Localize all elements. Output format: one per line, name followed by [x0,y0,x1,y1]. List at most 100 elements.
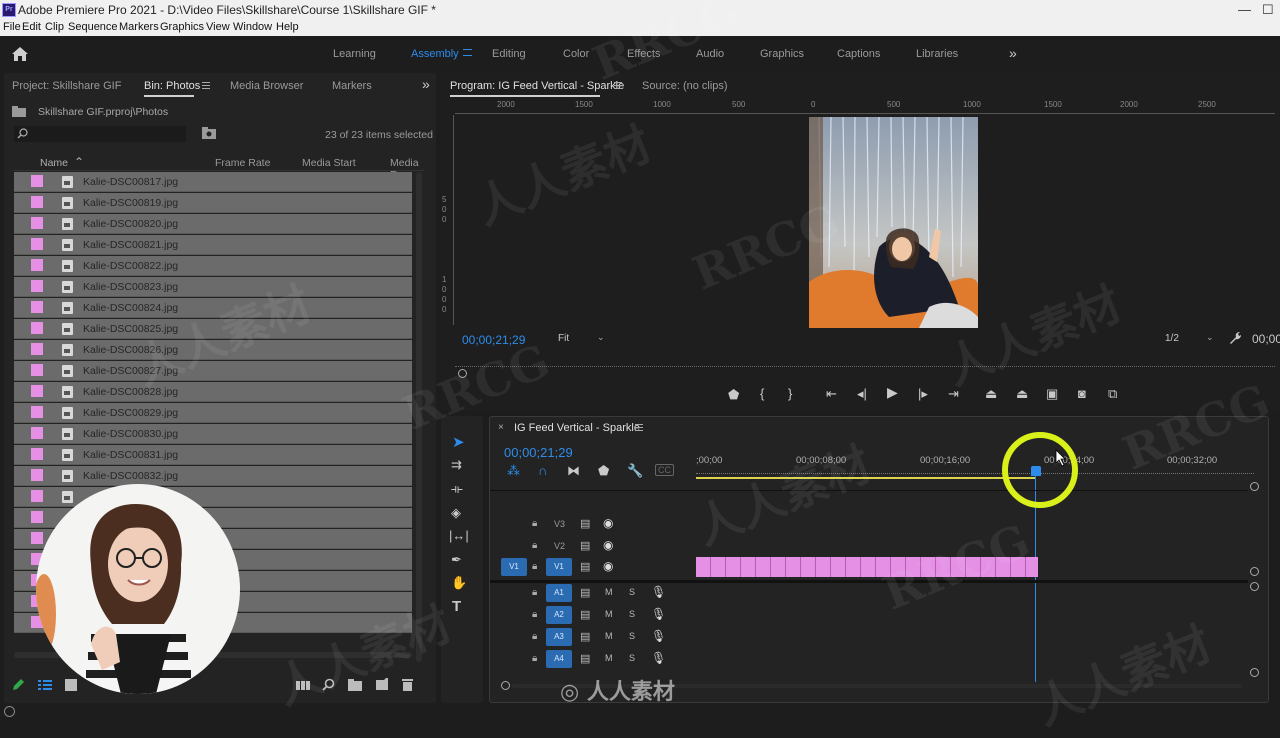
mark-out-icon[interactable]: } [788,387,792,400]
minimize-icon[interactable]: — [1238,2,1251,17]
step-back-icon[interactable]: ◂| [857,387,867,400]
extract-icon[interactable]: ⏏ [1016,387,1028,400]
tab-source[interactable]: Source: (no clips) [642,80,728,92]
list-item[interactable]: Kalie-DSC00832.jpg [14,466,412,486]
lock-icon[interactable]: 🔒︎ [532,653,537,664]
hand-tool-icon[interactable]: ✋ [451,575,467,591]
list-view-icon[interactable] [38,679,52,691]
column-media-start[interactable]: Media Start [302,157,356,169]
track-target-a4[interactable]: A4 [546,650,572,668]
workspace-color[interactable]: Color [563,48,589,60]
clip[interactable] [710,557,725,577]
workspace-effects[interactable]: Effects [627,48,660,60]
list-item[interactable]: Kalie-DSC00824.jpg [14,298,412,318]
lift-icon[interactable]: ⏏ [985,387,997,400]
clip[interactable] [785,557,800,577]
clip[interactable] [830,557,845,577]
clip[interactable] [860,557,875,577]
column-frame-rate[interactable]: Frame Rate [215,157,270,169]
zoom-select[interactable]: Fit ⌄ [555,331,607,347]
tab-project[interactable]: Project: Skillshare GIF [12,80,121,92]
export-frame-icon[interactable]: ◙ [1078,387,1086,400]
audio-scroll-handle[interactable] [1250,668,1259,677]
eye-icon[interactable]: ◉ [603,538,613,552]
zoom-handle[interactable] [458,369,467,378]
list-item[interactable]: Kalie-DSC00817.jpg [14,172,412,192]
track-target-a1[interactable]: A1 [546,584,572,602]
solo-button[interactable]: S [629,653,635,663]
work-area-bar[interactable] [696,477,1036,479]
ripple-edit-tool-icon[interactable]: ⟛ [451,481,463,497]
list-item[interactable]: Kalie-DSC00819.jpg [14,193,412,213]
tab-sequence[interactable]: IG Feed Vertical - Sparkle [514,422,640,434]
track-target-v1[interactable]: V1 [546,558,572,576]
add-marker-icon[interactable]: ⬟ [598,463,609,479]
list-item[interactable]: Kalie-DSC00829.jpg [14,403,412,423]
sync-lock-icon[interactable]: ▤ [580,560,590,573]
clip[interactable] [920,557,935,577]
settings-wrench-icon[interactable] [1228,331,1242,345]
type-tool-icon[interactable]: T [452,598,461,615]
workspace-libraries[interactable]: Libraries [916,48,958,60]
menu-edit[interactable]: Edit [22,21,41,33]
clip[interactable] [980,557,995,577]
timeline-zoom-handle[interactable] [501,681,510,690]
workspace-graphics[interactable]: Graphics [760,48,804,60]
microphone-icon[interactable]: 🎙︎ [651,629,666,643]
program-panel-menu-icon[interactable] [614,82,622,89]
track-target-a2[interactable]: A2 [546,606,572,624]
clip[interactable] [800,557,815,577]
timeline-timecode[interactable]: 00;00;21;29 [504,445,573,460]
pencil-icon[interactable] [11,678,25,692]
menu-view[interactable]: View [206,21,230,33]
play-icon[interactable]: ▶ [887,385,898,399]
panel-overflow-icon[interactable]: » [422,76,430,92]
insert-overwrite-icon[interactable]: ⁂ [507,463,520,479]
workspace-menu-icon[interactable] [463,49,472,56]
mark-in-icon[interactable]: { [760,387,764,400]
list-item[interactable]: Kalie-DSC00825.jpg [14,319,412,339]
mute-button[interactable]: M [605,587,613,597]
list-item[interactable] [14,487,412,507]
list-item[interactable]: Kalie-DSC00822.jpg [14,256,412,276]
list-item[interactable]: Kalie-DSC00827.jpg [14,361,412,381]
selection-tool-icon[interactable]: ➤ [452,433,465,451]
lock-icon[interactable]: 🔒︎ [532,631,537,642]
clip[interactable] [905,557,920,577]
razor-tool-icon[interactable]: ◈ [451,505,461,521]
list-item[interactable]: Kalie-DSC00821.jpg [14,235,412,255]
icon-view-icon[interactable] [65,679,77,691]
sync-lock-icon[interactable]: ▤ [580,586,590,599]
sync-lock-icon[interactable]: ▤ [580,630,590,643]
new-item-icon[interactable] [376,678,388,690]
clip[interactable] [845,557,860,577]
list-item[interactable]: Kalie-DSC00820.jpg [14,214,412,234]
list-item[interactable]: Kalie-DSC00831.jpg [14,445,412,465]
mute-button[interactable]: M [605,631,613,641]
mute-button[interactable]: M [605,609,613,619]
eye-icon[interactable]: ◉ [603,559,613,573]
audio-scroll-handle[interactable] [1250,582,1259,591]
button-editor-icon[interactable]: ⧉ [1108,387,1117,400]
solo-button[interactable]: S [629,587,635,597]
solo-button[interactable]: S [629,609,635,619]
captions-icon[interactable]: CC [655,464,674,476]
sync-lock-icon[interactable]: ▤ [580,608,590,621]
go-to-in-icon[interactable]: ⇤ [826,387,837,400]
lock-icon[interactable]: 🔒︎ [532,518,537,529]
sync-lock-icon[interactable]: ▤ [580,652,590,665]
clip[interactable] [770,557,785,577]
clip[interactable] [935,557,950,577]
menu-window[interactable]: Window [233,21,272,33]
lock-icon[interactable]: 🔒︎ [532,561,537,572]
microphone-icon[interactable]: 🎙︎ [651,651,666,665]
video-scroll-handle[interactable] [1250,482,1259,491]
list-item[interactable]: Kalie-DSC00830.jpg [14,424,412,444]
home-icon[interactable] [11,46,29,62]
clip[interactable] [950,557,965,577]
clip[interactable] [890,557,905,577]
new-bin-icon[interactable] [348,679,362,691]
find-icon[interactable] [322,678,335,691]
menu-graphics[interactable]: Graphics [160,21,204,33]
menu-sequence[interactable]: Sequence [68,21,118,33]
